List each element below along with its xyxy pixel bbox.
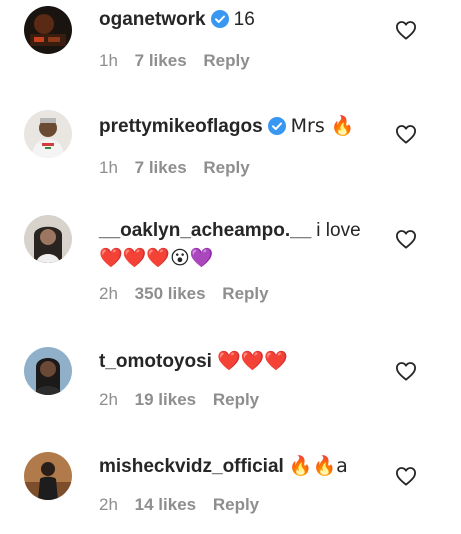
avatar-person-icon <box>24 215 72 263</box>
comment-body: prettymikeoflagos Mrs 🔥 1h 7 likes Reply <box>99 114 401 178</box>
comment-meta: 2h 19 likes Reply <box>99 390 401 410</box>
comment-likes[interactable]: 7 likes <box>135 158 187 177</box>
comment-text-continued: ❤️❤️❤️😮💜 <box>99 247 214 269</box>
comment-meta: 2h 14 likes Reply <box>99 495 401 515</box>
avatar[interactable] <box>24 452 72 500</box>
comment-body: t_omotoyosi ❤️❤️❤️ 2h 19 likes Reply <box>99 349 401 410</box>
heart-icon[interactable] <box>395 229 417 249</box>
comment-time: 2h <box>99 495 118 514</box>
avatar-person-icon <box>24 347 72 395</box>
heart-icon[interactable] <box>395 20 417 40</box>
reply-button[interactable]: Reply <box>222 284 268 303</box>
reply-button[interactable]: Reply <box>203 51 249 70</box>
reply-button[interactable]: Reply <box>213 495 259 514</box>
verified-badge-icon <box>267 117 286 142</box>
comment-body: oganetwork 16 1h 7 likes Reply <box>99 8 401 71</box>
heart-icon[interactable] <box>395 466 417 486</box>
comment-username[interactable]: oganetwork <box>99 9 206 30</box>
comment-time: 2h <box>99 284 118 303</box>
heart-icon[interactable] <box>395 124 417 144</box>
avatar[interactable] <box>24 6 72 54</box>
comment-likes[interactable]: 14 likes <box>135 495 196 514</box>
comment-time: 2h <box>99 390 118 409</box>
reply-button[interactable]: Reply <box>213 390 259 409</box>
comment-username[interactable]: __oaklyn_acheampo.__ <box>99 220 311 241</box>
comment-username[interactable]: misheckvidz_official <box>99 456 284 477</box>
avatar-person-icon <box>24 110 72 158</box>
comment-meta: 2h 350 likes Reply <box>99 284 401 304</box>
comment-likes[interactable]: 350 likes <box>135 284 206 303</box>
avatar-dark-icon <box>24 6 72 54</box>
comment-meta: 1h 7 likes Reply <box>99 51 401 71</box>
comments-list: oganetwork 16 1h 7 likes Reply prettymik… <box>0 0 461 534</box>
comment-username[interactable]: t_omotoyosi <box>99 351 212 372</box>
comment-likes[interactable]: 19 likes <box>135 390 196 409</box>
comment-body: misheckvidz_official 🔥🔥a 2h 14 likes Repl… <box>99 454 401 515</box>
comment-text: 🔥🔥a <box>288 455 348 477</box>
comment-likes[interactable]: 7 likes <box>135 51 187 70</box>
avatar-person-icon <box>24 452 72 500</box>
comment-body: __oaklyn_acheampo.__ i love ❤️❤️❤️😮💜 2h 3… <box>99 219 401 304</box>
avatar[interactable] <box>24 110 72 158</box>
avatar[interactable] <box>24 215 72 263</box>
avatar[interactable] <box>24 347 72 395</box>
verified-badge-icon <box>210 10 229 35</box>
comment-username[interactable]: prettymikeoflagos <box>99 116 263 137</box>
comment-text: ❤️❤️❤️ <box>216 350 288 372</box>
comment-text: Mrs 🔥 <box>290 115 355 137</box>
comment-meta: 1h 7 likes Reply <box>99 158 401 178</box>
comment-text: i love <box>316 220 361 241</box>
comment-text: 16 <box>233 9 255 30</box>
heart-icon[interactable] <box>395 361 417 381</box>
comment-time: 1h <box>99 158 118 177</box>
reply-button[interactable]: Reply <box>203 158 249 177</box>
comment-time: 1h <box>99 51 118 70</box>
